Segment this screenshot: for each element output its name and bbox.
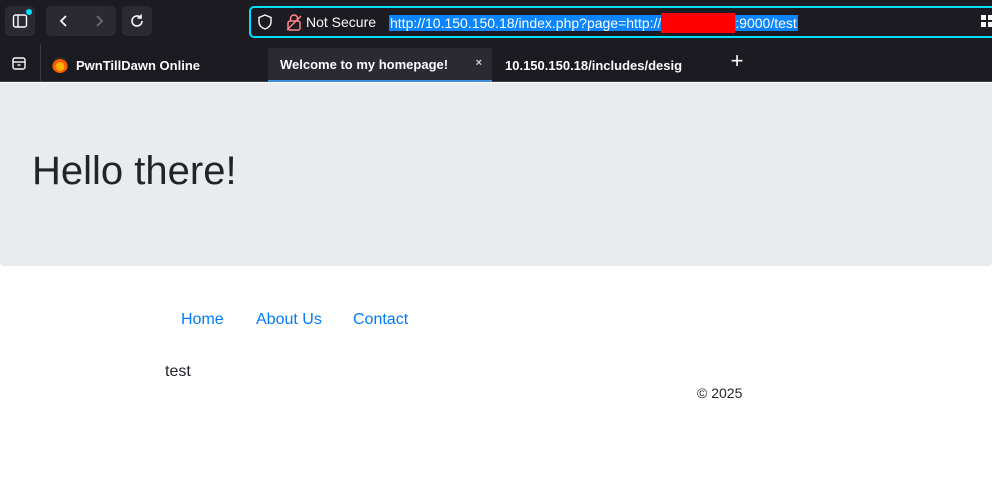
tab-includes[interactable]: 10.150.150.18/includes/desig xyxy=(505,48,693,82)
insecure-lock-icon xyxy=(286,14,302,31)
shield-icon xyxy=(258,14,272,30)
tab-strip: PwnTillDawn Online Welcome to my homepag… xyxy=(0,44,992,82)
tab-label: Welcome to my homepage! xyxy=(280,56,449,72)
redacted-block xyxy=(661,13,736,33)
chevron-left-icon xyxy=(59,15,67,27)
qr-code-icon[interactable] xyxy=(981,15,992,31)
sidebar-icon xyxy=(12,14,28,28)
page-heading: Hello there! xyxy=(32,149,237,193)
tab-label: 10.150.150.18/includes/desig xyxy=(505,57,683,73)
url-suffix: :9000/test xyxy=(735,15,797,31)
nav-link-about-us[interactable]: About Us xyxy=(256,310,322,330)
tab-pwntilldawn[interactable]: PwnTillDawn Online xyxy=(52,48,262,82)
pwntilldawn-favicon-icon xyxy=(52,57,68,73)
url-bar[interactable]: Not Secure http://10.150.150.18/index.ph… xyxy=(249,6,992,38)
forward-button[interactable] xyxy=(81,6,116,36)
new-tab-button[interactable]: + xyxy=(725,50,749,74)
chevron-right-icon xyxy=(95,15,103,27)
footer-copyright: © 2025 xyxy=(697,385,743,401)
close-tab-icon[interactable]: × xyxy=(476,57,482,69)
nav-buttons xyxy=(46,6,116,36)
separator xyxy=(40,44,41,82)
reload-button[interactable] xyxy=(122,6,152,36)
url-prefix: http://10.150.150.18/index.php?page=http… xyxy=(390,15,662,31)
sidebar-toggle-button[interactable] xyxy=(5,6,35,36)
archive-icon xyxy=(12,57,26,70)
back-button[interactable] xyxy=(46,6,81,36)
browser-toolbar: Not Secure http://10.150.150.18/index.ph… xyxy=(0,0,992,44)
nav-link-contact[interactable]: Contact xyxy=(353,310,408,330)
url-text[interactable]: http://10.150.150.18/index.php?page=http… xyxy=(389,13,798,33)
tab-groups-button[interactable] xyxy=(5,49,33,77)
tab-welcome[interactable]: Welcome to my homepage! × xyxy=(268,48,492,82)
notification-dot xyxy=(26,9,32,15)
jumbotron: Hello there! xyxy=(0,83,992,266)
tab-label: PwnTillDawn Online xyxy=(76,57,200,73)
page-content: test xyxy=(165,363,191,380)
security-label: Not Secure xyxy=(306,14,377,30)
nav-link-home[interactable]: Home xyxy=(181,310,224,330)
reload-icon xyxy=(131,14,143,27)
